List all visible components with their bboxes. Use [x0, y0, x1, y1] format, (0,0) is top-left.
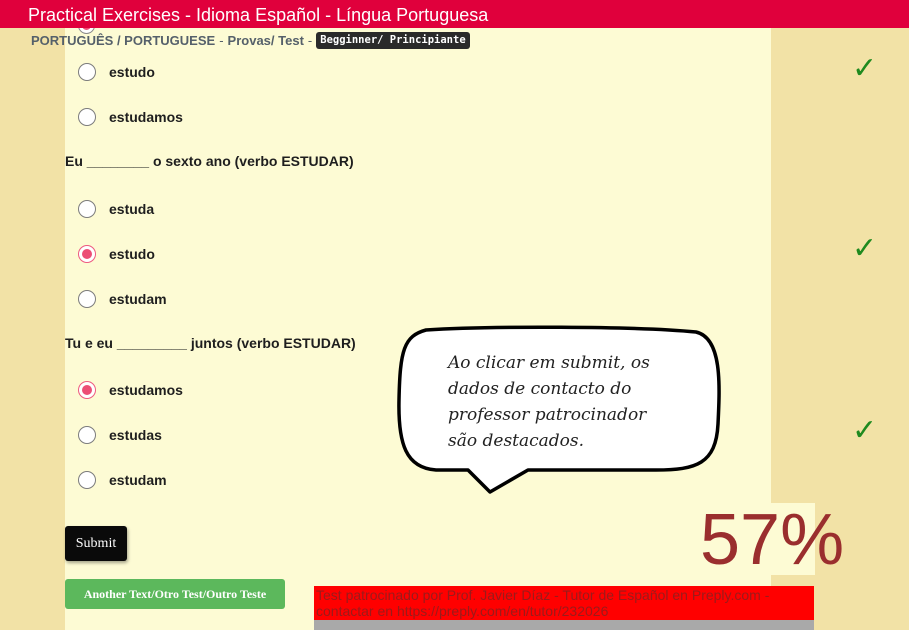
breadcrumb: PORTUGUÊS / PORTUGUESE - Provas/ Test - …: [31, 31, 470, 49]
checkmark-icon: ✓: [852, 231, 878, 266]
radio-button[interactable]: [78, 200, 96, 218]
breadcrumb-course: PORTUGUÊS / PORTUGUESE: [31, 32, 216, 48]
sponsor-footer: [314, 620, 814, 630]
page-title: Practical Exercises - Idioma Español - L…: [28, 5, 489, 25]
header-bar: Practical Exercises - Idioma Español - L…: [0, 0, 909, 28]
callout-text: Ao clicar em submit, os dados de contact…: [428, 344, 686, 458]
option-label: estudamos: [109, 109, 183, 125]
breadcrumb-separator: -: [307, 32, 313, 48]
breadcrumb-separator: -: [219, 32, 224, 48]
breadcrumb-section: Provas/ Test: [227, 32, 304, 48]
answer-option[interactable]: estudamos: [78, 381, 183, 399]
option-label: estudam: [109, 291, 167, 307]
answer-option[interactable]: estudo: [78, 63, 155, 81]
radio-button[interactable]: [78, 426, 96, 444]
checkmark-icon: ✓: [852, 51, 878, 86]
option-label: estudo: [109, 64, 155, 80]
option-label: estudam: [109, 472, 167, 488]
answer-option[interactable]: estudo: [78, 245, 155, 263]
answer-option[interactable]: estudam: [78, 290, 167, 308]
radio-button[interactable]: [78, 63, 96, 81]
answer-option[interactable]: estuda: [78, 200, 154, 218]
option-label: estudo: [109, 246, 155, 262]
question-prompt: Tu e eu _________ juntos (verbo ESTUDAR): [65, 335, 356, 351]
option-label: estudamos: [109, 382, 183, 398]
radio-button-selected[interactable]: [78, 245, 96, 263]
sponsor-banner[interactable]: Test patrocinado por Prof. Javier Díaz -…: [314, 586, 814, 620]
content-panel: [65, 0, 771, 630]
radio-button-selected[interactable]: [78, 381, 96, 399]
score-percentage: 57%: [700, 500, 845, 580]
option-label: estudas: [109, 427, 162, 443]
answer-option[interactable]: estudamos: [78, 108, 183, 126]
radio-button[interactable]: [78, 108, 96, 126]
answer-option[interactable]: estudam: [78, 471, 167, 489]
radio-button[interactable]: [78, 290, 96, 308]
option-label: estuda: [109, 201, 155, 217]
radio-button[interactable]: [78, 471, 96, 489]
checkmark-icon: ✓: [852, 413, 878, 448]
level-badge: Begginner/ Principiante: [316, 31, 470, 49]
another-test-button[interactable]: Another Text/Otro Test/Outro Teste: [65, 579, 285, 609]
question-prompt: Eu ________ o sexto ano (verbo ESTUDAR): [65, 153, 354, 169]
answer-option[interactable]: estudas: [78, 426, 162, 444]
submit-button[interactable]: Submit: [65, 526, 127, 561]
